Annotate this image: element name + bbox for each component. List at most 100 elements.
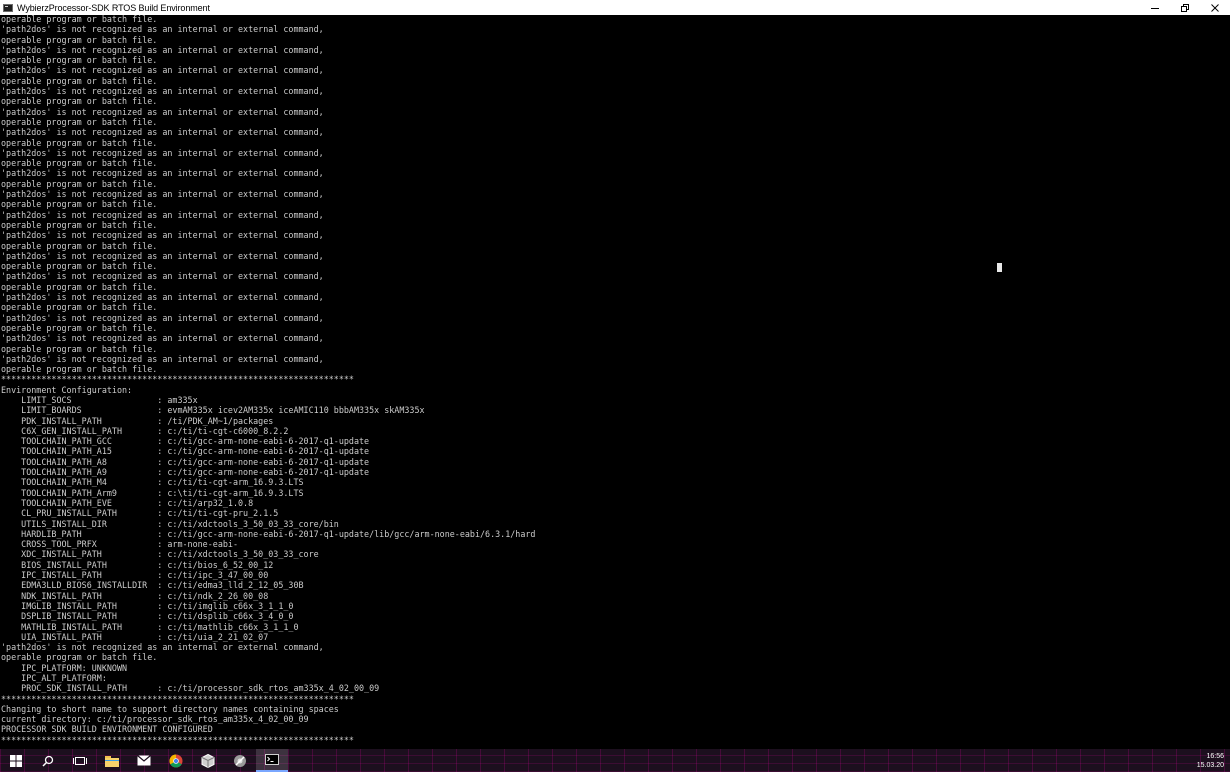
console-line: CROSS_TOOL_PRFX : arm-none-eabi- <box>1 539 238 550</box>
task-view-button[interactable] <box>64 749 96 772</box>
console-line: 'path2dos' is not recognized as an inter… <box>1 333 324 344</box>
console-line: current directory: c:/ti/processor_sdk_r… <box>1 714 309 725</box>
console-line: BIOS_INSTALL_PATH : c:/ti/bios_6_52_00_1… <box>1 559 274 570</box>
package-button[interactable] <box>192 749 224 772</box>
console-line: operable program or batch file. <box>1 55 158 66</box>
file-explorer-button[interactable] <box>96 749 128 772</box>
console-line: 'path2dos' is not recognized as an inter… <box>1 271 324 282</box>
console-line: PDK_INSTALL_PATH : /ti/PDK_AM~1/packages <box>1 415 274 426</box>
console-line: 'path2dos' is not recognized as an inter… <box>1 44 324 55</box>
console-line: operable program or batch file. <box>1 240 158 251</box>
console-line: ****************************************… <box>1 734 354 745</box>
clock-date: 15.03.20 <box>1196 762 1224 769</box>
console-line: TOOLCHAIN_PATH_GCC : c:/ti/gcc-arm-none-… <box>1 436 370 447</box>
console-line: PROC_SDK_INSTALL_PATH : c:/ti/processor_… <box>1 683 380 694</box>
console-line: 'path2dos' is not recognized as an inter… <box>1 106 324 117</box>
console-line: 'path2dos' is not recognized as an inter… <box>1 209 324 220</box>
app-button[interactable] <box>224 749 256 772</box>
title-bar[interactable]: WybierzProcessor-SDK RTOS Build Environm… <box>0 0 1230 15</box>
console-line: EDMA3LLD_BIOS6_INSTALLDIR : c:/ti/edma3_… <box>1 580 304 591</box>
console-line: operable program or batch file. <box>1 219 158 230</box>
console-line: operable program or batch file. <box>1 261 158 272</box>
console-line: TOOLCHAIN_PATH_A9 : c:/ti/gcc-arm-none-e… <box>1 467 370 478</box>
text-cursor <box>997 263 1002 272</box>
search-icon <box>42 755 54 767</box>
console-line: ****************************************… <box>1 374 354 385</box>
system-clock[interactable]: 16:56 15.03.20 <box>1197 752 1224 770</box>
console-line: TOOLCHAIN_PATH_M4 : c:/ti/ti-cgt-arm_16.… <box>1 477 304 488</box>
console-line: IPC_PLATFORM: UNKNOWN <box>1 662 128 673</box>
console-line: 'path2dos' is not recognized as an inter… <box>1 65 324 76</box>
window-title: WybierzProcessor-SDK RTOS Build Environm… <box>17 2 210 13</box>
console-line: 'path2dos' is not recognized as an inter… <box>1 127 324 138</box>
taskbar: 16:56 15.03.20 <box>0 749 1230 772</box>
console-line: ****************************************… <box>1 693 354 704</box>
console-line: operable program or batch file. <box>1 158 158 169</box>
console-line: IPC_ALT_PLATFORM: <box>1 673 107 683</box>
console-line: UIA_INSTALL_PATH : c:/ti/uia_2_21_02_07 <box>1 631 269 642</box>
console-line: operable program or batch file. <box>1 116 158 127</box>
console-line: operable program or batch file. <box>1 364 158 375</box>
task-view-icon <box>73 756 87 765</box>
console-line: XDC_INSTALL_PATH : c:/ti/xdctools_3_50_0… <box>1 549 319 560</box>
console-line: operable program or batch file. <box>1 199 158 210</box>
close-icon <box>1211 3 1219 12</box>
package-icon <box>201 753 215 768</box>
console-line: operable program or batch file. <box>1 96 158 107</box>
app-icon <box>234 754 246 767</box>
console-line: Environment Configuration: <box>1 384 133 395</box>
console-line: 'path2dos' is not recognized as an inter… <box>1 312 324 323</box>
mail-button[interactable] <box>128 749 160 772</box>
console-line: IPC_INSTALL_PATH : c:/ti/ipc_3_47_00_00 <box>1 570 269 581</box>
console-line: DSPLIB_INSTALL_PATH : c:/ti/dsplib_c66x_… <box>1 611 294 622</box>
console-line: 'path2dos' is not recognized as an inter… <box>1 250 324 261</box>
start-icon <box>10 754 22 767</box>
restore-button[interactable] <box>1170 0 1200 15</box>
minimize-icon <box>1151 7 1159 9</box>
console-line: UTILS_INSTALL_DIR : c:/ti/xdctools_3_50_… <box>1 518 339 529</box>
start-button[interactable] <box>0 749 32 772</box>
file-explorer-icon <box>105 755 119 767</box>
console-line: 'path2dos' is not recognized as an inter… <box>1 86 324 97</box>
console-line: 'path2dos' is not recognized as an inter… <box>1 230 324 241</box>
console-line: operable program or batch file. <box>1 652 158 663</box>
terminal-icon <box>265 754 279 765</box>
console-line: operable program or batch file. <box>1 137 158 148</box>
restore-icon <box>1181 3 1189 12</box>
console-line: operable program or batch file. <box>1 178 158 189</box>
console-line: operable program or batch file. <box>1 15 158 24</box>
console-line: CL_PRU_INSTALL_PATH : c:/ti/ti-cgt-pru_2… <box>1 508 279 519</box>
minimize-button[interactable] <box>1140 0 1170 15</box>
console-line: operable program or batch file. <box>1 34 158 45</box>
console-line: 'path2dos' is not recognized as an inter… <box>1 189 324 200</box>
console-line: C6X_GEN_INSTALL_PATH : c:/ti/ti-cgt-c600… <box>1 425 289 436</box>
chrome-button[interactable] <box>160 749 192 772</box>
console-line: operable program or batch file. <box>1 281 158 292</box>
mail-icon <box>137 755 151 766</box>
console-line: 'path2dos' is not recognized as an inter… <box>1 642 324 653</box>
terminal-button[interactable] <box>256 749 288 772</box>
console-line: MATHLIB_INSTALL_PATH : c:/ti/mathlib_c66… <box>1 621 299 632</box>
clock-time: 16:56 <box>1206 753 1224 760</box>
console-line: TOOLCHAIN_PATH_A15 : c:/ti/gcc-arm-none-… <box>1 446 370 457</box>
close-button[interactable] <box>1200 0 1230 15</box>
console-line: 'path2dos' is not recognized as an inter… <box>1 353 324 364</box>
console-line: Changing to short name to support direct… <box>1 703 339 714</box>
console-line: NDK_INSTALL_PATH : c:/ti/ndk_2_26_00_08 <box>1 590 269 601</box>
search-button[interactable] <box>32 749 64 772</box>
console-line: 'path2dos' is not recognized as an inter… <box>1 24 324 35</box>
console-line: PROCESSOR SDK BUILD ENVIRONMENT CONFIGUR… <box>1 724 213 735</box>
console-line: TOOLCHAIN_PATH_EVE : c:/ti/arp32_1.0.8 <box>1 497 254 508</box>
console-line: operable program or batch file. <box>1 322 158 333</box>
console-output[interactable]: operable program or batch file.'path2dos… <box>0 15 1230 749</box>
console-line: 'path2dos' is not recognized as an inter… <box>1 168 324 179</box>
console-line: IMGLIB_INSTALL_PATH : c:/ti/imglib_c66x_… <box>1 600 294 611</box>
console-line: LIMIT_BOARDS : evmAM335x icev2AM335x ice… <box>1 405 425 416</box>
console-lines: operable program or batch file.'path2dos… <box>1 15 535 749</box>
console-app-icon <box>3 3 13 12</box>
console-line: operable program or batch file. <box>1 302 158 313</box>
chrome-icon <box>169 754 183 768</box>
console-line: TOOLCHAIN_PATH_A8 : c:/ti/gcc-arm-none-e… <box>1 456 370 467</box>
console-line: 'path2dos' is not recognized as an inter… <box>1 147 324 158</box>
console-line: 'path2dos' is not recognized as an inter… <box>1 292 324 303</box>
